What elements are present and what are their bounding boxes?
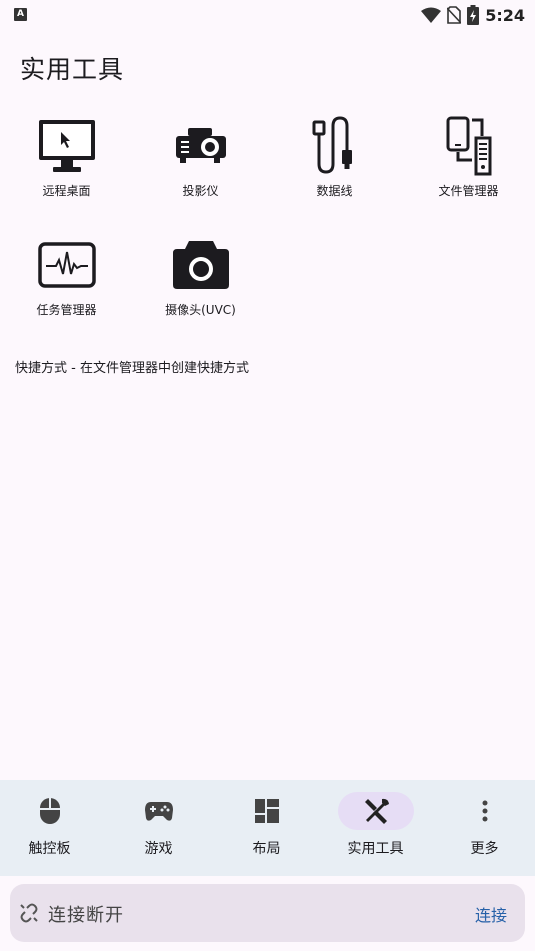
tool-camera-uvc[interactable]: 摄像头(UVC) <box>134 235 267 325</box>
layout-icon <box>254 799 279 823</box>
status-time: 5:24 <box>485 5 525 25</box>
connection-status: 连接断开 <box>48 905 124 926</box>
tool-task-manager[interactable]: 任务管理器 <box>0 235 133 325</box>
nav-label: 触控板 <box>28 841 71 857</box>
tool-file-manager[interactable]: 文件管理器 <box>402 116 535 206</box>
nav-label: 实用工具 <box>347 841 404 857</box>
tool-label: 摄像头(UVC) <box>165 303 236 317</box>
tool-label: 远程桌面 <box>42 184 91 198</box>
connect-button[interactable]: 连接 <box>475 902 507 926</box>
nav-label: 更多 <box>470 841 499 857</box>
shortcut-note: 快捷方式 - 在文件管理器中创建快捷方式 <box>15 361 249 376</box>
tool-usb-cable[interactable]: 数据线 <box>268 116 401 206</box>
tool-label: 文件管理器 <box>438 184 499 198</box>
camera-icon <box>169 235 233 295</box>
nav-item-game[interactable]: 游戏 <box>105 792 212 862</box>
bottom-nav: 触控板 游戏 布局 实用工具 更多 <box>0 780 535 876</box>
battery-charging-icon <box>467 5 480 25</box>
status-bar: A 5:24 <box>0 0 535 30</box>
task-manager-icon <box>35 235 99 295</box>
remote-desktop-icon <box>35 116 99 176</box>
connection-bar: 连接断开 连接 <box>10 884 525 942</box>
more-vert-icon <box>482 800 487 822</box>
nav-item-more[interactable]: 更多 <box>431 792 535 862</box>
nav-item-layout[interactable]: 布局 <box>213 792 320 862</box>
nav-item-tools[interactable]: 实用工具 <box>322 792 429 862</box>
tool-remote-desktop[interactable]: 远程桌面 <box>0 116 133 206</box>
notification-app-icon: A <box>14 8 27 21</box>
nav-label: 游戏 <box>144 841 173 857</box>
status-icons: 5:24 <box>421 4 525 26</box>
tools-icon <box>364 798 389 824</box>
nav-label: 布局 <box>252 841 281 857</box>
gamepad-icon <box>144 802 173 821</box>
link-off-icon <box>20 903 38 923</box>
usb-cable-icon <box>303 116 367 176</box>
tool-projector[interactable]: 投影仪 <box>134 116 267 206</box>
tool-label: 任务管理器 <box>36 303 97 317</box>
tool-label: 投影仪 <box>182 184 219 198</box>
nav-item-touchpad[interactable]: 触控板 <box>0 792 103 862</box>
page-title: 实用工具 <box>20 55 125 84</box>
projector-icon <box>169 116 233 176</box>
mouse-icon <box>39 798 60 824</box>
wifi-icon <box>421 7 442 23</box>
no-sim-icon <box>447 6 462 24</box>
tool-label: 数据线 <box>316 184 353 198</box>
file-manager-icon <box>437 116 501 176</box>
